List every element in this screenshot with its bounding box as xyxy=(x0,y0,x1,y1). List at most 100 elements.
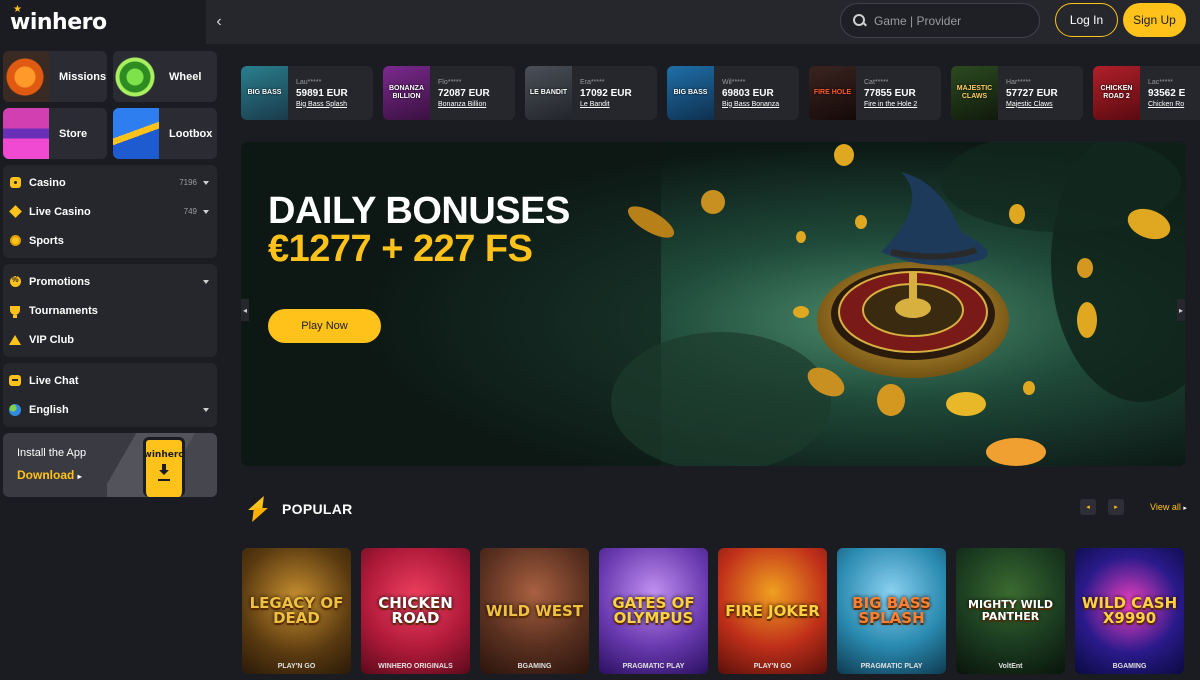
chevron-left-icon: ◂ xyxy=(1086,504,1090,511)
phone-icon: winhero xyxy=(143,437,185,497)
winner-game-thumb: BIG BASS xyxy=(667,66,714,120)
winner-game-link[interactable]: Big Bass Splash xyxy=(296,101,348,108)
game-card[interactable]: WILD CASH X9990 BGAMING xyxy=(1075,548,1184,674)
winner-game-link[interactable]: Le Bandit xyxy=(580,101,632,108)
game-title: LEGACY OF DEAD xyxy=(249,594,344,627)
signup-button[interactable]: Sign Up xyxy=(1123,3,1186,37)
install-app-banner[interactable]: Install the App Download ▸ winhero xyxy=(3,433,217,497)
game-card[interactable]: MIGHTY WILD PANTHER VoltEnt xyxy=(956,548,1065,674)
search-box[interactable] xyxy=(840,3,1040,38)
winner-game-thumb: BIG BASS xyxy=(241,66,288,120)
tile-missions[interactable]: Missions xyxy=(3,51,107,102)
banner-prev-button[interactable]: ◂ xyxy=(241,299,249,321)
search-icon xyxy=(853,14,866,27)
winner-game-link[interactable]: Bonanza Billion xyxy=(438,101,490,108)
sidebar-item-label: Casino xyxy=(29,176,66,189)
game-provider: WINHERO ORIGINALS xyxy=(378,663,453,670)
logo-area[interactable]: ★ winhero xyxy=(0,0,206,44)
lightning-icon xyxy=(246,496,270,522)
chevron-left-icon: ◂ xyxy=(242,305,247,315)
app-root: ★ winhero ‹ Log In Sign Up Missions Whee… xyxy=(0,0,1200,680)
collapse-sidebar-button[interactable]: ‹ xyxy=(206,0,232,44)
sidebar-item-sports[interactable]: Sports xyxy=(3,226,217,255)
game-provider: BGAMING xyxy=(517,663,552,670)
sidebar-tiles: Missions Wheel Store Lootbox xyxy=(3,51,217,159)
promo-banner[interactable]: DAILY BONUSES €1277 + 227 FS Play Now xyxy=(241,142,1185,466)
winner-user: Wil***** xyxy=(722,78,746,86)
logo-star-icon: ★ xyxy=(13,3,22,15)
tile-store[interactable]: Store xyxy=(3,108,107,159)
tile-label: Missions xyxy=(59,70,107,83)
game-card[interactable]: FIRE JOKER PLAY'N GO xyxy=(718,548,827,674)
winner-card[interactable]: MAJESTIC CLAWS Har***** 57727 EUR Majest… xyxy=(951,66,1083,120)
game-title: CHICKEN ROAD xyxy=(378,594,453,627)
winner-card[interactable]: BIG BASS Wil***** 69803 EUR Big Bass Bon… xyxy=(667,66,799,120)
language-selector[interactable]: English xyxy=(3,395,217,424)
chevron-down-icon[interactable] xyxy=(203,180,209,185)
chevron-down-icon[interactable] xyxy=(203,209,209,214)
sidebar-item-live-casino[interactable]: Live Casino 749 xyxy=(3,197,217,226)
game-card[interactable]: WILD WEST BGAMING xyxy=(480,548,589,674)
logo-text: winhero xyxy=(10,9,107,35)
winner-user: Har***** xyxy=(1006,78,1031,86)
game-card[interactable]: BIG BASS SPLASH PRAGMATIC PLAY xyxy=(837,548,946,674)
winner-game-link[interactable]: Big Bass Bonanza xyxy=(722,101,779,108)
store-icon xyxy=(3,108,49,159)
winner-card[interactable]: CHICKEN ROAD 2 Lac***** 93562 E Chicken … xyxy=(1093,66,1200,120)
header: ‹ Log In Sign Up xyxy=(206,0,1200,44)
winner-game-thumb: BONANZA BILLION xyxy=(383,66,430,120)
sidebar-item-live-chat[interactable]: Live Chat xyxy=(3,366,217,395)
sidebar-item-casino[interactable]: Casino 7196 xyxy=(3,168,217,197)
game-title: MIGHTY WILD PANTHER xyxy=(968,598,1053,623)
chevron-right-icon: ▸ xyxy=(1183,505,1187,512)
sidebar-item-vip-club[interactable]: VIP Club xyxy=(3,325,217,354)
game-card[interactable]: LEGACY OF DEAD PLAY'N GO xyxy=(242,548,351,674)
winner-card[interactable]: LE BANDIT Era***** 17092 EUR Le Bandit xyxy=(525,66,657,120)
tile-wheel[interactable]: Wheel xyxy=(113,51,217,102)
game-title: WILD CASH X9990 xyxy=(1081,594,1178,627)
thumb-text: BONANZA BILLION xyxy=(389,85,424,100)
tile-lootbox[interactable]: Lootbox xyxy=(113,108,217,159)
winner-info: Lau***** 59891 EUR Big Bass Splash xyxy=(288,79,348,108)
sidebar-item-label: Tournaments xyxy=(29,304,98,317)
download-bar xyxy=(158,479,170,481)
game-card[interactable]: CHICKEN ROAD WINHERO ORIGINALS xyxy=(361,548,470,674)
sidebar-item-promotions[interactable]: Promotions xyxy=(3,267,217,296)
winner-card[interactable]: BONANZA BILLION Flo***** 72087 EUR Bonan… xyxy=(383,66,515,120)
section-title: POPULAR xyxy=(282,501,353,517)
popular-prev-button[interactable]: ◂ xyxy=(1080,499,1096,515)
sidebar-item-tournaments[interactable]: Tournaments xyxy=(3,296,217,325)
view-all-link[interactable]: View all ▸ xyxy=(1150,502,1187,512)
login-button[interactable]: Log In xyxy=(1055,3,1118,37)
wheel-icon xyxy=(113,51,159,102)
game-card[interactable]: GATES OF OLYMPUS PRAGMATIC PLAY xyxy=(599,548,708,674)
winner-user: Flo***** xyxy=(438,78,462,86)
game-title: WILD WEST xyxy=(485,601,584,620)
chevron-right-icon: ▸ xyxy=(1114,504,1118,511)
thumb-text: BIG BASS xyxy=(673,89,708,96)
winner-user: Cat***** xyxy=(864,78,889,86)
sidebar-group-rewards: Promotions Tournaments VIP Club xyxy=(3,264,217,357)
play-now-button[interactable]: Play Now xyxy=(268,309,381,343)
language-label: English xyxy=(29,403,69,416)
winner-card[interactable]: BIG BASS Lau***** 59891 EUR Big Bass Spl… xyxy=(241,66,373,120)
download-link[interactable]: Download ▸ xyxy=(17,468,82,482)
brand-logo[interactable]: ★ winhero xyxy=(10,4,107,35)
chevron-down-icon[interactable] xyxy=(203,407,209,412)
chevron-down-icon[interactable] xyxy=(203,279,209,284)
search-input[interactable] xyxy=(874,13,1024,28)
banner-next-button[interactable]: ▸ xyxy=(1177,299,1185,321)
thumb-text: MAJESTIC CLAWS xyxy=(956,85,993,100)
winner-game-link[interactable]: Chicken Ro xyxy=(1148,101,1185,108)
sidebar-group-games: Casino 7196 Live Casino 749 Sports xyxy=(3,165,217,258)
winner-card[interactable]: FIRE HOLE Cat***** 77855 EUR Fire in the… xyxy=(809,66,941,120)
winner-game-link[interactable]: Majestic Claws xyxy=(1006,101,1058,108)
game-provider: PRAGMATIC PLAY xyxy=(860,663,923,670)
winner-amount: 77855 EUR xyxy=(864,87,916,99)
sidebar-item-label: Sports xyxy=(29,234,64,247)
popular-next-button[interactable]: ▸ xyxy=(1108,499,1124,515)
sidebar-item-label: Promotions xyxy=(29,275,91,288)
winner-game-thumb: LE BANDIT xyxy=(525,66,572,120)
winner-game-link[interactable]: Fire in the Hole 2 xyxy=(864,101,917,108)
promo-tag-icon xyxy=(9,275,21,288)
